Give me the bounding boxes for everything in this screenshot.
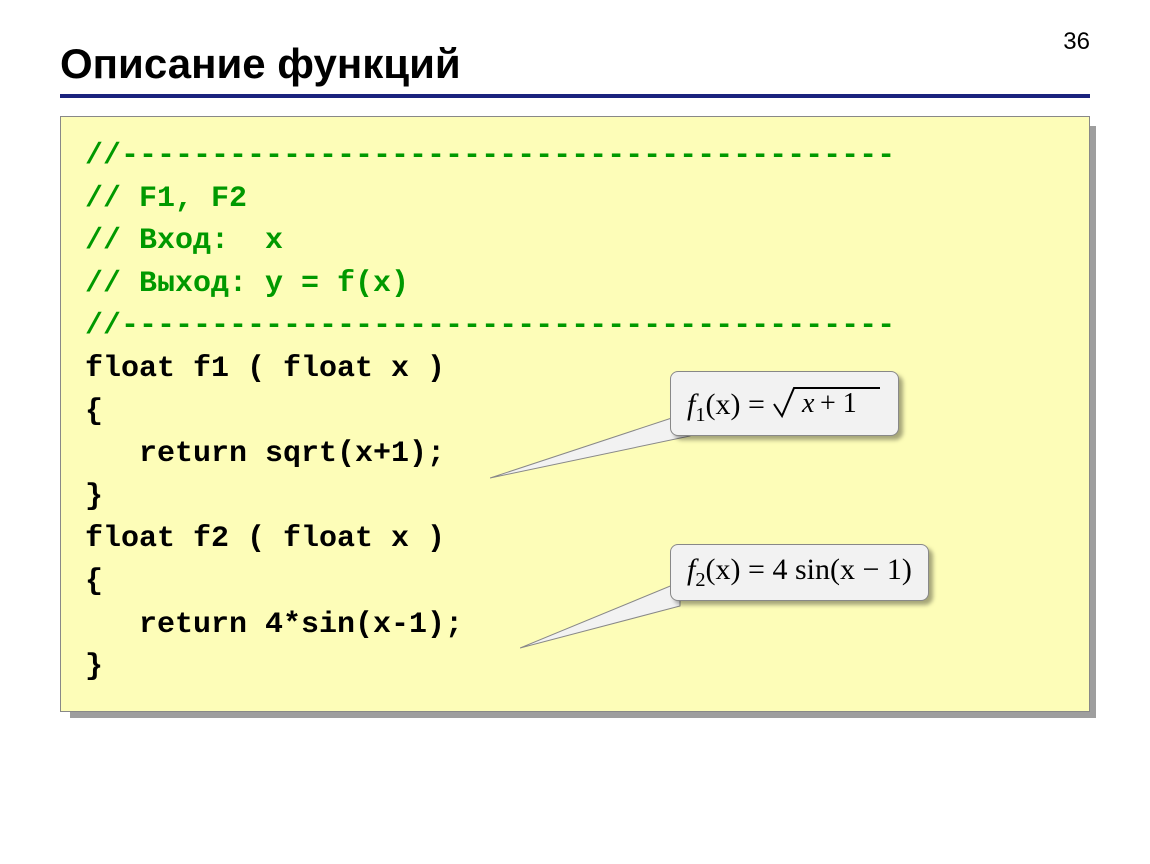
code-comment: //--------------------------------------… (85, 139, 895, 173)
slide-title: Описание функций (60, 40, 1090, 88)
code-line: } (85, 650, 103, 684)
code-comment: // F1, F2 (85, 182, 247, 216)
formula-callout-f1: f1(x) = x + 1 (670, 371, 899, 436)
formula-text: (x) = 4 sin(x − 1) (706, 553, 912, 586)
formula-subscript: 1 (695, 404, 705, 426)
code-line: float f2 ( float x ) (85, 522, 445, 556)
code-line: return sqrt(x+1); (85, 437, 445, 471)
code-line: { (85, 565, 103, 599)
code-comment: // Вход: x (85, 224, 283, 258)
title-rule (60, 94, 1090, 98)
slide: 36 Описание функций //------------------… (0, 0, 1150, 864)
code-block: //--------------------------------------… (60, 116, 1090, 712)
formula-callout-f2: f2(x) = 4 sin(x − 1) (670, 544, 929, 601)
code-comment: // Выход: y = f(x) (85, 267, 409, 301)
code-line: return 4*sin(x-1); (85, 608, 463, 642)
radicand-text: x (801, 388, 815, 419)
code-line: } (85, 480, 103, 514)
formula-text: (x) = (706, 388, 773, 421)
code-line: { (85, 395, 103, 429)
formula-subscript: 2 (695, 569, 705, 591)
page-number: 36 (1063, 28, 1090, 56)
code-line: float f1 ( float x ) (85, 352, 445, 386)
radicand-text: + 1 (820, 388, 857, 419)
sqrt-icon: x + 1 (772, 380, 882, 420)
code-comment: //--------------------------------------… (85, 309, 895, 343)
